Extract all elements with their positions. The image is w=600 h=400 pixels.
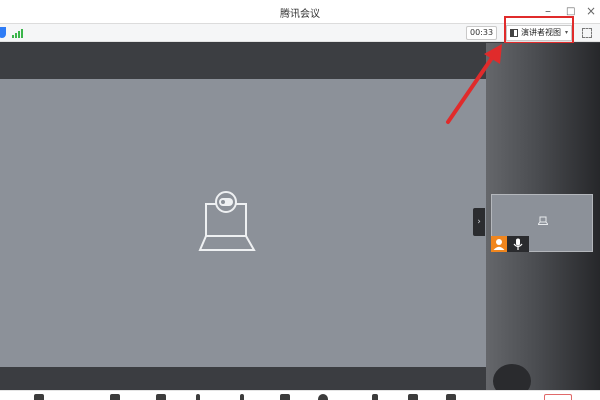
bottom-toolbar bbox=[0, 390, 600, 400]
stage-top-strip bbox=[0, 43, 486, 79]
record-icon[interactable] bbox=[318, 394, 328, 400]
invite-icon[interactable] bbox=[196, 394, 200, 400]
annotation-arrow bbox=[446, 44, 502, 124]
shield-icon[interactable] bbox=[0, 27, 6, 38]
video-icon[interactable] bbox=[34, 394, 44, 400]
layout-toolbar-icon[interactable] bbox=[408, 394, 418, 400]
collapse-panel-button[interactable]: › bbox=[473, 208, 485, 236]
mic-icon bbox=[513, 238, 523, 250]
user-icon bbox=[491, 236, 507, 252]
settings-icon[interactable] bbox=[446, 394, 456, 400]
close-button[interactable]: × bbox=[586, 3, 596, 19]
end-meeting-button[interactable] bbox=[544, 394, 572, 400]
share-screen-icon[interactable] bbox=[110, 394, 120, 400]
participants-icon[interactable] bbox=[240, 394, 244, 400]
fullscreen-icon[interactable] bbox=[582, 28, 592, 38]
meeting-window: 腾讯会议 – □ × 00:33 演讲者视图 ▾ › bbox=[0, 0, 600, 400]
stage-bottom-strip bbox=[0, 367, 486, 390]
apps-icon[interactable] bbox=[372, 394, 378, 400]
meeting-timer: 00:33 bbox=[466, 26, 498, 40]
security-icon[interactable] bbox=[156, 394, 166, 400]
signal-icon[interactable] bbox=[12, 28, 24, 38]
annotation-highlight-box bbox=[504, 16, 574, 44]
participant-badges bbox=[491, 236, 529, 252]
laptop-camera-icon bbox=[198, 191, 256, 251]
mini-laptop-icon bbox=[538, 216, 548, 225]
chat-icon[interactable] bbox=[280, 394, 290, 400]
